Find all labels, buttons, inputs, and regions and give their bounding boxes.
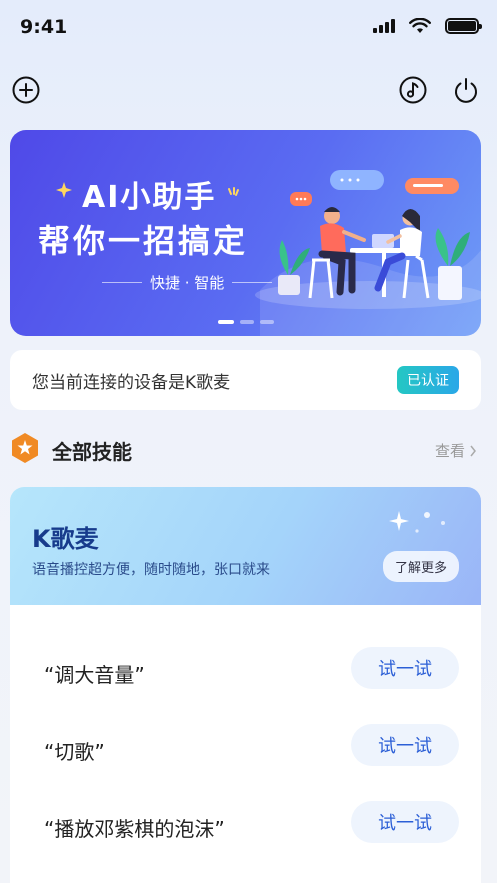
command-phrase: “播放邓紫棋的泡沫” [44, 817, 225, 841]
view-all-skills-link[interactable]: 查看 [435, 440, 477, 461]
command-phrase: “切歌” [44, 740, 105, 764]
skills-section-header: 全部技能 查看 [10, 428, 481, 468]
try-button[interactable]: 试一试 [351, 801, 459, 843]
skill-name: K歌麦 [32, 525, 99, 553]
wifi-icon [409, 18, 431, 33]
top-toolbar [0, 70, 497, 110]
status-icons [373, 18, 482, 34]
command-row: “播放邓紫棋的泡沫” 试一试 [10, 797, 481, 857]
learn-more-button[interactable]: 了解更多 [382, 551, 459, 582]
verified-badge: 已认证 [397, 366, 459, 394]
banner-subtitle-text: 快捷 · 智能 [150, 274, 225, 292]
try-button[interactable]: 试一试 [351, 647, 459, 689]
banner-title-line2: 帮你一招搞定 [38, 222, 249, 260]
skill-description: 语音播控超方便，随时随地，张口就来 [32, 562, 270, 578]
banner-page-indicator [218, 320, 274, 324]
power-button[interactable] [450, 74, 482, 106]
music-button[interactable] [397, 74, 429, 106]
sparkle-icon [228, 187, 239, 196]
music-note-icon [399, 76, 427, 104]
command-row: “调大音量” 试一试 [10, 643, 481, 703]
power-icon [455, 78, 477, 103]
command-row: “切歌” 试一试 [10, 720, 481, 780]
promo-banner[interactable]: AI小助手 帮你一招搞定 快捷 · 智能 [10, 130, 481, 336]
plus-circle-icon [12, 76, 40, 104]
page-dot [240, 320, 254, 324]
cellular-signal-icon [373, 19, 395, 33]
banner-title-line1: AI小助手 [82, 180, 217, 215]
status-time: 9:41 [20, 16, 68, 38]
page-dot-active [218, 320, 234, 324]
page-dot [260, 320, 274, 324]
skill-card: K歌麦 语音播控超方便，随时随地，张口就来 了解更多 “调大音量” 试一试 “切… [10, 487, 481, 883]
meeting-illustration [278, 170, 470, 300]
sparkle-icon [56, 182, 72, 198]
view-more-label: 查看 [434, 442, 465, 460]
command-phrase: “调大音量” [44, 663, 145, 687]
status-bar: 9:41 [0, 0, 497, 56]
connected-device-text: 您当前连接的设备是K歌麦 [32, 372, 231, 393]
banner-subtitle: 快捷 · 智能 [102, 272, 273, 293]
skill-card-header: K歌麦 语音播控超方便，随时随地，张口就来 了解更多 [10, 487, 481, 605]
skills-hexagon-icon [12, 433, 38, 463]
skills-title: 全部技能 [52, 440, 132, 464]
chevron-right-icon [470, 445, 476, 456]
battery-icon [445, 18, 482, 34]
connected-device-card[interactable]: 您当前连接的设备是K歌麦 已认证 [10, 350, 481, 410]
try-button[interactable]: 试一试 [351, 724, 459, 766]
add-button[interactable] [10, 74, 42, 106]
